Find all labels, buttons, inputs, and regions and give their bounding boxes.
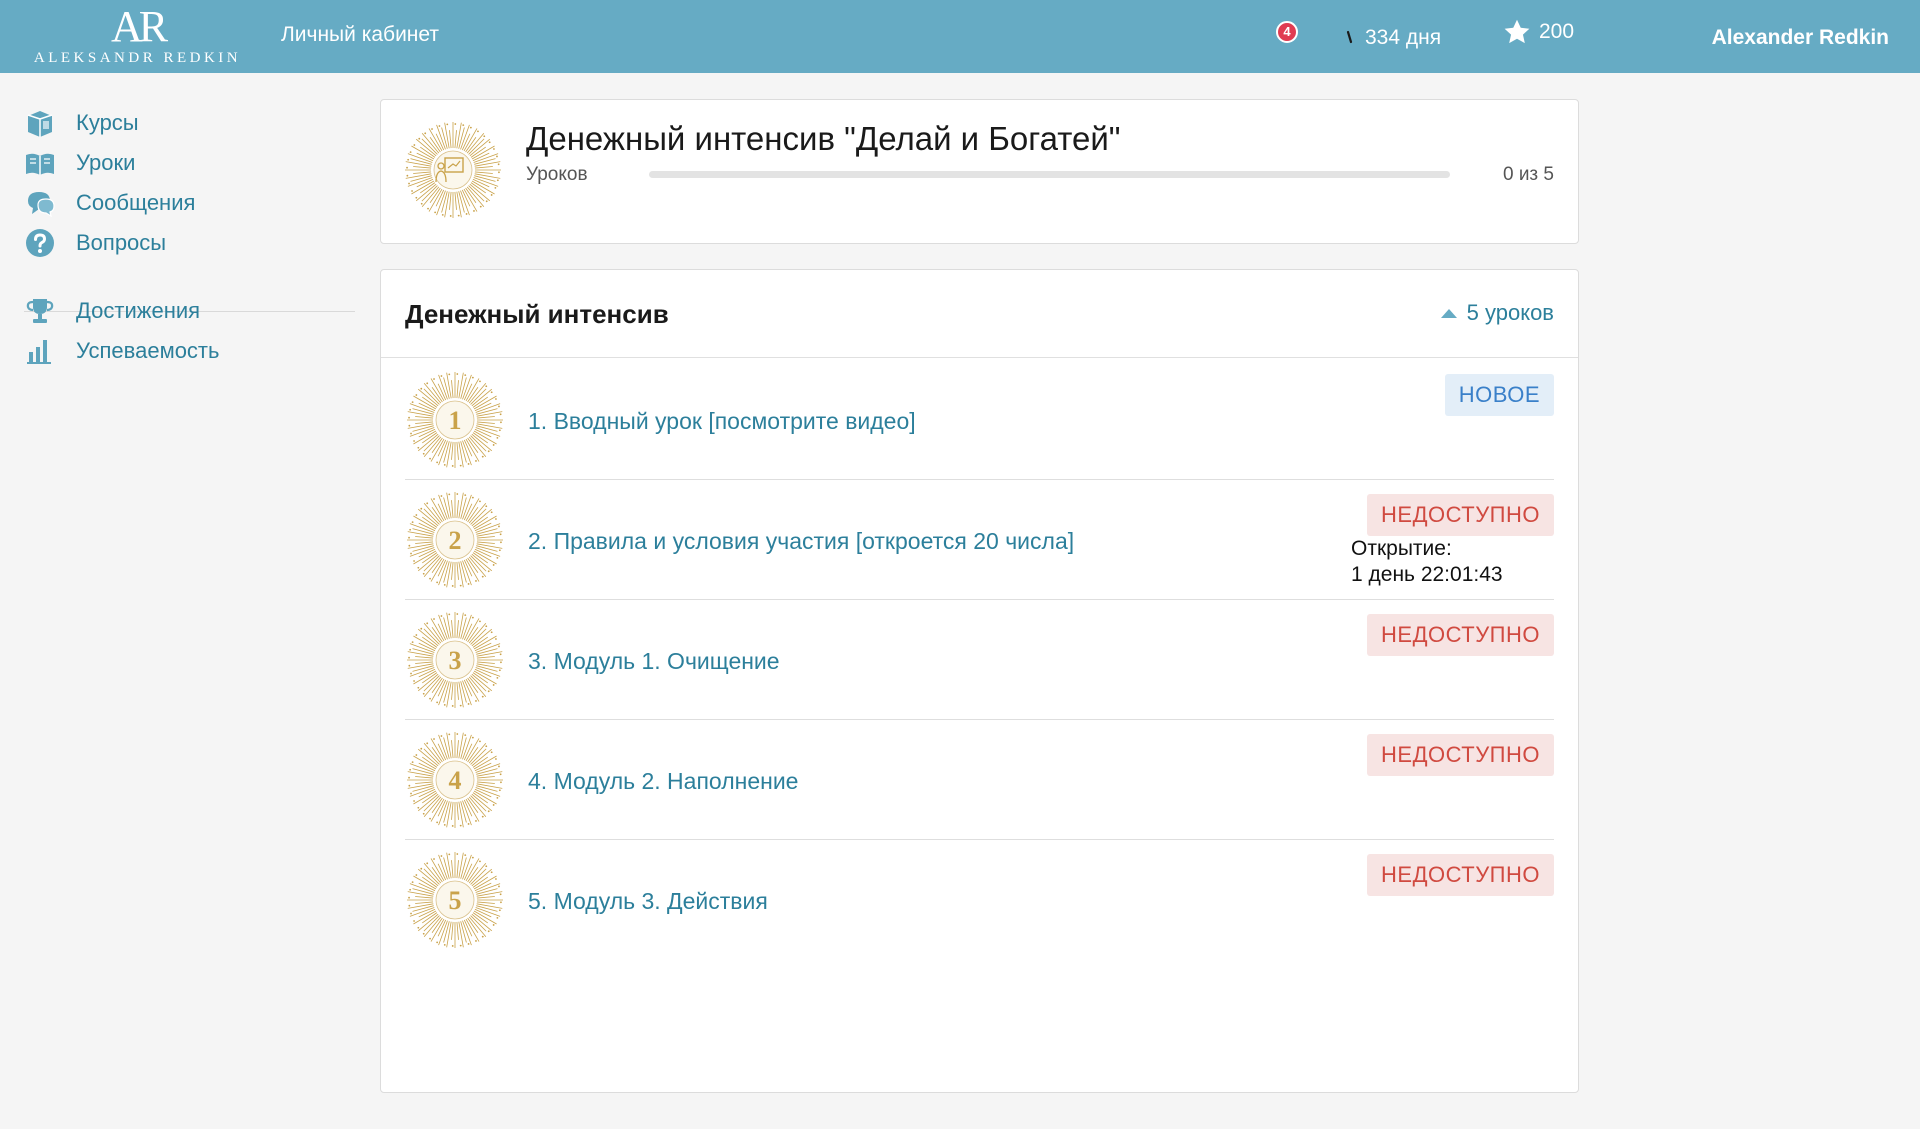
- sidebar-item-label: Уроки: [76, 150, 136, 175]
- course-thumbnail-icon: [403, 120, 503, 220]
- question-icon: [26, 229, 54, 257]
- course-header-card: Денежный интенсив "Делай и Богатей" Урок…: [380, 99, 1579, 244]
- lesson-row[interactable]: 1 1. Вводный урок [посмотрите видео] НОВОЕ: [405, 360, 1554, 480]
- module-header: Денежный интенсив 5 уроков: [381, 270, 1578, 358]
- lesson-number: 4: [449, 766, 462, 795]
- lesson-number-icon: 2: [405, 490, 505, 590]
- lesson-title-link[interactable]: 5. Модуль 3. Действия: [528, 888, 768, 915]
- lesson-number: 5: [449, 886, 462, 915]
- sidebar-item-questions[interactable]: Вопросы: [24, 225, 166, 261]
- messages-icon: [28, 192, 55, 218]
- star-icon: [1504, 19, 1530, 44]
- sidebar-item-label: Вопросы: [76, 230, 167, 255]
- lesson-number: 2: [449, 526, 462, 555]
- sidebar-item-label: Курсы: [76, 110, 139, 135]
- sidebar-item-messages[interactable]: Сообщения: [24, 185, 195, 221]
- opening-time: 1 день 22:01:43: [1351, 563, 1503, 586]
- new-status-badge: НОВОЕ: [1444, 374, 1554, 416]
- locked-status-badge: НЕДОСТУПНО: [1367, 494, 1554, 536]
- sidebar-item-label: Достижения: [76, 298, 201, 323]
- locked-status-badge: НЕДОСТУПНО: [1367, 854, 1554, 896]
- locked-status-badge: НЕДОСТУПНО: [1367, 734, 1554, 776]
- trophy-icon: [26, 299, 54, 323]
- personal-cabinet-link[interactable]: Личный кабинет: [281, 23, 439, 47]
- lesson-title-link[interactable]: 1. Вводный урок [посмотрите видео]: [528, 408, 916, 435]
- opening-countdown: Открытие: 1 день 22:01:43: [1351, 536, 1503, 588]
- collapse-module-button[interactable]: 5 уроков: [1440, 300, 1554, 326]
- lessons-count: 5 уроков: [1466, 300, 1554, 325]
- lesson-title-link[interactable]: 3. Модуль 1. Очищение: [528, 648, 780, 675]
- book-icon: [26, 153, 54, 175]
- opening-label: Открытие:: [1351, 537, 1452, 560]
- sidebar-item-achievements[interactable]: Достижения: [24, 293, 200, 329]
- lesson-title-link[interactable]: 2. Правила и условия участия [откроется …: [528, 528, 1074, 555]
- progress-count: 0 из 5: [1502, 164, 1554, 185]
- course-progress-bar: [649, 171, 1450, 178]
- lesson-row[interactable]: 4 4. Модуль 2. Наполнение НЕДОСТУПНО: [405, 720, 1554, 840]
- logo-text: ALEKSANDR REDKIN: [33, 50, 242, 66]
- bar-chart-icon: [27, 340, 51, 364]
- progress-label: Уроков: [526, 164, 588, 185]
- locked-status-badge: НЕДОСТУПНО: [1367, 614, 1554, 656]
- sidebar-item-lessons[interactable]: Уроки: [24, 145, 135, 181]
- lesson-number-icon: 4: [405, 730, 505, 830]
- notifications-badge[interactable]: 4: [1276, 21, 1298, 43]
- lesson-row[interactable]: 3 3. Модуль 1. Очищение НЕДОСТУПНО: [405, 600, 1554, 720]
- points-counter: 200: [1503, 18, 1574, 46]
- lesson-number-icon: 5: [405, 850, 505, 950]
- streak-days: 334 дня: [1365, 26, 1442, 49]
- sidebar-item-label: Успеваемость: [76, 338, 220, 363]
- lesson-row[interactable]: 2 2. Правила и условия участия [откроется…: [405, 480, 1554, 600]
- caret-up-icon: [1440, 308, 1457, 318]
- user-menu[interactable]: Alexander Redkin: [1712, 26, 1889, 50]
- lesson-number-icon: 1: [405, 370, 505, 470]
- brand-logo[interactable]: AR ALEKSANDR REDKIN: [30, 4, 245, 68]
- lesson-row[interactable]: 5 5. Модуль 3. Действия НЕДОСТУПНО: [405, 840, 1554, 960]
- sidebar-item-courses[interactable]: Курсы: [24, 105, 139, 141]
- sidebar-item-label: Сообщения: [76, 190, 196, 215]
- lesson-number-icon: 3: [405, 610, 505, 710]
- logo-mark: AR: [110, 2, 168, 51]
- lesson-number: 3: [449, 646, 462, 675]
- streak-counter: 334 дня: [1346, 26, 1441, 50]
- lesson-number: 1: [449, 406, 462, 435]
- module-title: Денежный интенсив: [405, 299, 669, 329]
- sidebar-item-progress[interactable]: Успеваемость: [24, 333, 219, 369]
- points-value: 200: [1539, 20, 1575, 43]
- courses-icon: [27, 111, 53, 137]
- module-lessons-card: Денежный интенсив 5 уроков 1 1. Вводный у…: [380, 269, 1579, 1093]
- streak-icon: [1346, 30, 1353, 44]
- lesson-title-link[interactable]: 4. Модуль 2. Наполнение: [528, 768, 798, 795]
- course-title: Денежный интенсив "Делай и Богатей": [526, 120, 1121, 157]
- top-header: AR ALEKSANDR REDKIN Личный кабинет 4 334…: [0, 0, 1920, 73]
